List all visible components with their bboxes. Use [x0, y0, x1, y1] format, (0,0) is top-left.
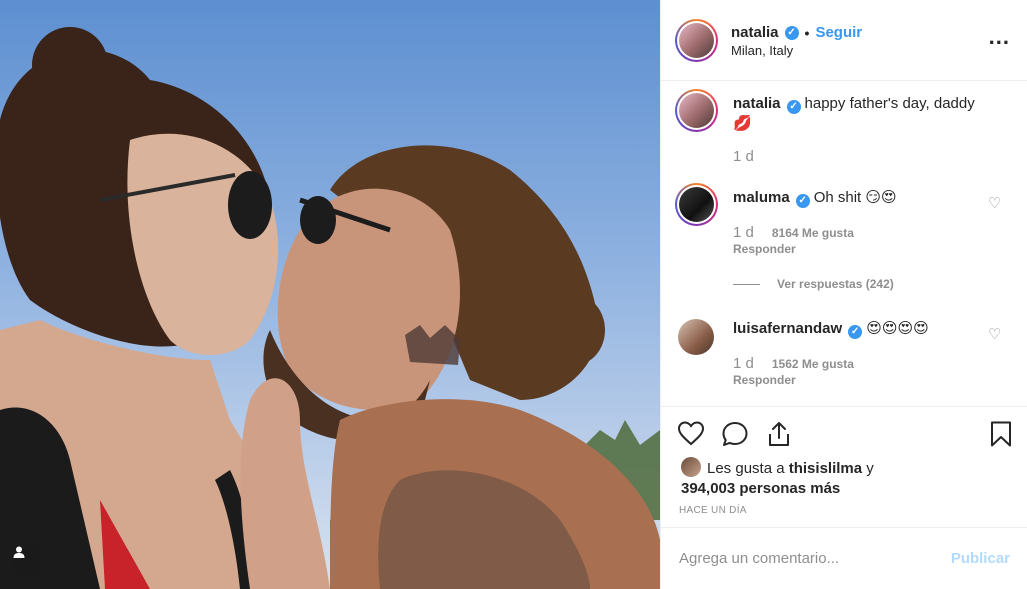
likes-prefix: Les gusta a [707, 460, 789, 477]
comment-emoji: 😏😍 [865, 188, 897, 206]
verified-badge-icon: ✓ [784, 25, 799, 40]
comment-username[interactable]: luisafernandaw [733, 320, 842, 337]
publish-button[interactable]: Publicar [951, 550, 1010, 567]
comment-age[interactable]: 1 d [733, 355, 754, 372]
comment-age[interactable]: 1 d [733, 224, 754, 241]
comment-username[interactable]: maluma [733, 189, 790, 206]
comment-icon[interactable] [721, 420, 749, 448]
comment-input[interactable] [679, 546, 939, 570]
comment-meta: 1 d 8164 Me gusta [733, 224, 854, 241]
verified-badge-icon: ✓ [795, 194, 810, 208]
caption-age[interactable]: 1 d [733, 148, 754, 165]
reply-button[interactable]: Responder [733, 242, 796, 256]
comment-luisafernandaw: luisafernandaw ✓ 😍😍😍😍 [733, 319, 1013, 339]
comment-like-heart-icon[interactable]: ♡ [988, 196, 1002, 211]
post-timestamp[interactable]: HACE UN DÍA [679, 505, 747, 516]
caption-text: natalia ✓ happy father's day, daddy 💋 [733, 94, 1013, 133]
replies-divider [733, 283, 760, 285]
verified-badge-icon: ✓ [848, 325, 863, 339]
author-avatar[interactable] [675, 19, 718, 62]
caption-author-avatar[interactable] [675, 89, 718, 132]
post-location[interactable]: Milan, Italy [731, 43, 793, 58]
comment-like-heart-icon[interactable]: ♡ [988, 327, 1002, 342]
follow-button[interactable]: Seguir [815, 24, 862, 41]
caption-emoji: 💋 [733, 114, 752, 132]
view-replies-button[interactable]: Ver respuestas (242) [733, 277, 894, 291]
share-icon[interactable] [765, 420, 793, 448]
post-actions: Les gusta a thisislilma y 394,003 person… [661, 406, 1027, 527]
likes-summary[interactable]: Les gusta a thisislilma y 394,003 person… [681, 457, 874, 499]
comment-meta: 1 d 1562 Me gusta [733, 355, 854, 372]
comments-list[interactable]: natalia ✓ happy father's day, daddy 💋 1 d … [661, 82, 1027, 406]
author-line: natalia ✓ • Seguir [731, 24, 862, 41]
comment-avatar-luisafernandaw[interactable] [678, 319, 714, 355]
liker-avatar [681, 457, 701, 477]
caption-body: happy father's day, daddy [804, 95, 975, 112]
more-options-icon[interactable]: ... [989, 26, 1010, 48]
comment-avatar-maluma[interactable] [675, 183, 718, 226]
heart-icon[interactable] [677, 420, 705, 448]
likes-count[interactable]: 394,003 personas más [681, 480, 840, 497]
post-photo[interactable] [0, 0, 660, 589]
add-comment-bar: Publicar [661, 527, 1027, 589]
post-sidebar: natalia ✓ • Seguir Milan, Italy ... nata… [660, 0, 1027, 589]
view-replies-label: Ver respuestas (242) [777, 277, 894, 291]
caption-username[interactable]: natalia [733, 95, 781, 112]
liker-username[interactable]: thisislilma [789, 460, 862, 477]
likes-suffix: y [862, 460, 874, 477]
user-tag-icon[interactable] [12, 545, 42, 575]
photo-illustration [0, 27, 660, 589]
comment-like-count[interactable]: 8164 Me gusta [772, 226, 854, 240]
caption-meta: 1 d [733, 148, 754, 165]
verified-badge-icon: ✓ [786, 100, 801, 114]
separator-dot: • [804, 24, 810, 41]
author-username[interactable]: natalia [731, 24, 779, 41]
reply-button[interactable]: Responder [733, 373, 796, 387]
comment-emoji: 😍😍😍😍 [866, 319, 929, 337]
comment-like-count[interactable]: 1562 Me gusta [772, 357, 854, 371]
person-glyph [13, 546, 25, 558]
comment-maluma: maluma ✓ Oh shit 😏😍 [733, 188, 1013, 208]
bookmark-icon[interactable] [987, 420, 1015, 448]
post-header: natalia ✓ • Seguir Milan, Italy ... [661, 0, 1027, 81]
comment-body: Oh shit [813, 189, 862, 206]
